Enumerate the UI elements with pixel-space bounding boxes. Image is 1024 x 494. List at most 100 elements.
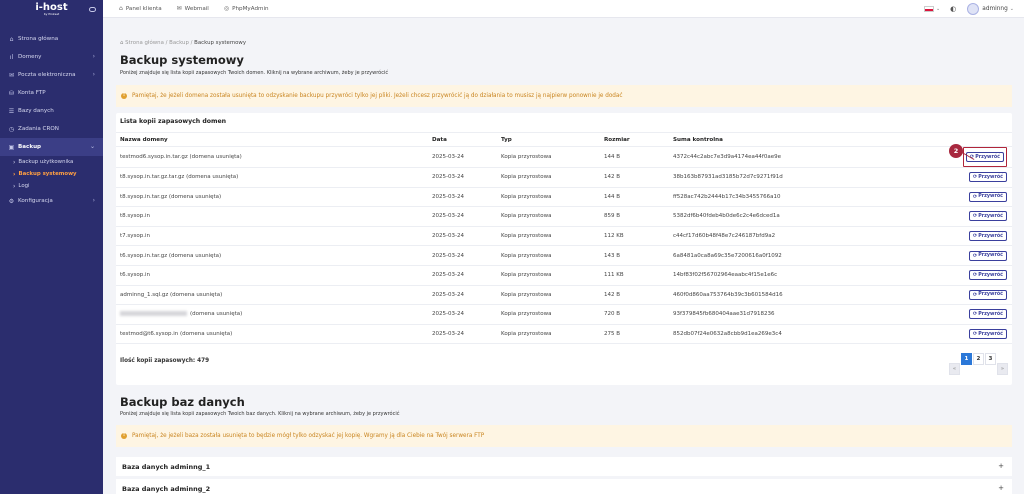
cell-date: 2025-03-24 xyxy=(428,285,497,306)
cell-date: 2025-03-24 xyxy=(428,245,497,266)
topbar-link-phpmyadmin[interactable]: ◎ PhpMyAdmin xyxy=(224,5,269,12)
sidebar-item-config[interactable]: ⚙ Konfiguracja › xyxy=(0,192,103,210)
cell-size: 142 B xyxy=(600,167,669,188)
db-accordion-item[interactable]: Baza danych adminng_1 + xyxy=(116,457,1012,476)
chevron-down-icon[interactable]: ⌄ xyxy=(936,6,940,12)
sidebar-item-backup[interactable]: ▣ Backup ⌄ xyxy=(0,138,103,156)
home-icon: ⌂ xyxy=(9,35,14,43)
cell-checksum: 4372c44c2abc7e3d9a4174ea44f0ae9e xyxy=(669,146,949,168)
cell-checksum: 93f379845fb680404aae31d7918236 xyxy=(669,304,949,325)
restore-button[interactable]: ⟳Przywróć xyxy=(969,211,1007,222)
cell-date: 2025-03-24 xyxy=(428,304,497,325)
breadcrumb-backup[interactable]: Backup xyxy=(169,40,189,46)
restore-button[interactable]: ⟳Przywróć xyxy=(969,289,1007,300)
main-content: ⌂ Strona główna / Backup / Backup system… xyxy=(103,18,1024,494)
cell-actions: ⟳Przywróć xyxy=(949,167,1012,188)
table-row: t8.sysop.in.tar.gz (domena usunięta) 2025… xyxy=(116,187,1012,208)
cell-actions: ⟳Przywróć xyxy=(949,265,1012,286)
sidebar-toggle-icon[interactable] xyxy=(89,7,96,12)
sidebar-item-ftp[interactable]: ⛁ Konta FTP xyxy=(0,84,103,102)
sidebar-item-mail[interactable]: ✉ Poczta elektroniczna › xyxy=(0,66,103,84)
pagination-prev[interactable]: « xyxy=(949,363,960,375)
table-row: t8.sysop.in.tar.gz.tar.gz (domena usunię… xyxy=(116,167,1012,188)
sidebar-subitem-user-backup[interactable]: › Backup użytkownika xyxy=(0,156,103,168)
theme-toggle-icon[interactable]: ◐ xyxy=(950,5,956,13)
cell-type: Kopia przyrostowa xyxy=(497,265,600,286)
home-icon: ⌂ xyxy=(119,5,123,12)
mail-icon: ✉ xyxy=(176,5,182,12)
sidebar-subitem-system-backup[interactable]: › Backup systemowy xyxy=(0,168,103,180)
sidebar-item-home[interactable]: ⌂ Strona główna xyxy=(0,30,103,48)
pagination-next[interactable]: » xyxy=(997,363,1008,375)
cell-type: Kopia przyrostowa xyxy=(497,226,600,247)
cell-type: Kopia przyrostowa xyxy=(497,245,600,266)
pagination-page-3[interactable]: 3 xyxy=(985,353,996,365)
backups-table: Nazwa domeny Data Typ Rozmiar Suma kontr… xyxy=(116,132,1012,345)
restore-button[interactable]: ⟳Przywróć xyxy=(969,329,1007,340)
bullet-icon: › xyxy=(13,170,16,178)
cell-date: 2025-03-24 xyxy=(428,265,497,286)
chevron-down-icon[interactable]: ⌄ xyxy=(1010,6,1014,12)
domain-backups-panel: Lista kopii zapasowych domen Nazwa domen… xyxy=(116,113,1012,385)
breadcrumb: ⌂ Strona główna / Backup / Backup system… xyxy=(120,40,247,46)
cell-date: 2025-03-24 xyxy=(428,324,497,345)
logo[interactable]: i-host by Pinkset xyxy=(35,3,67,17)
cell-size: 144 B xyxy=(600,146,669,168)
chevron-right-icon: › xyxy=(92,53,95,60)
breadcrumb-home[interactable]: Strona główna xyxy=(125,40,164,46)
pagination-page-1[interactable]: 1 xyxy=(961,353,972,365)
cell-actions: ⟳Przywróć xyxy=(949,304,1012,325)
restore-button[interactable]: ⟳Przywróć xyxy=(969,270,1007,281)
pagination: « 1 2 3 » xyxy=(948,353,1008,375)
restore-button[interactable]: ⟳Przywróć xyxy=(969,250,1007,261)
sidebar-subitem-logs[interactable]: › Logi xyxy=(0,180,103,192)
table-row: t6.sysop.in 2025-03-24 Kopia przyrostowa 11… xyxy=(116,265,1012,286)
username[interactable]: adminng xyxy=(982,6,1008,12)
cell-date: 2025-03-24 xyxy=(428,146,497,168)
home-icon[interactable]: ⌂ xyxy=(120,40,123,46)
column-header-name: Nazwa domeny xyxy=(116,132,428,147)
expand-icon[interactable]: + xyxy=(998,462,1004,470)
cell-size: 112 KB xyxy=(600,226,669,247)
cell-type: Kopia przyrostowa xyxy=(497,285,600,306)
restore-button[interactable]: ⟳Przywróć xyxy=(969,172,1007,183)
cell-domain-name: (domena usunięta) xyxy=(116,304,428,325)
sidebar-item-databases[interactable]: ☰ Bazy danych xyxy=(0,102,103,120)
column-header-type: Typ xyxy=(497,132,600,147)
language-flag-icon[interactable] xyxy=(923,6,934,12)
restore-button[interactable]: ⟳Przywróć xyxy=(969,191,1007,202)
table-row: t8.sysop.in 2025-03-24 Kopia przyrostowa 85… xyxy=(116,206,1012,227)
cell-checksum: 460f0d860aa753764b39c3b601584d16 xyxy=(669,285,949,306)
restore-button[interactable]: ⟳Przywróć xyxy=(969,231,1007,242)
database-icon: ◎ xyxy=(223,5,230,12)
db-accordion-item[interactable]: Baza danych adminng_2 + xyxy=(116,479,1012,494)
avatar[interactable] xyxy=(967,3,980,15)
topbar-link-webmail[interactable]: ✉ Webmail xyxy=(177,5,209,12)
expand-icon[interactable]: + xyxy=(998,484,1004,492)
cell-domain-name: t8.sysop.in.tar.gz (domena usunięta) xyxy=(116,187,428,208)
topbar-link-client-panel[interactable]: ⌂ Panel klienta xyxy=(119,5,162,12)
db-backup-title: Backup baz danych xyxy=(120,395,245,409)
cell-domain-name: t6.sysop.in xyxy=(116,265,428,286)
pagination-page-2[interactable]: 2 xyxy=(973,353,984,365)
warning-icon: ! xyxy=(121,93,127,99)
cell-checksum: 14bf83f02f56702964eaabc4f15e1e6c xyxy=(669,265,949,286)
cell-actions: ⟳Przywróć xyxy=(949,245,1012,266)
refresh-icon: ⟳ xyxy=(973,233,978,240)
breadcrumb-current: Backup systemowy xyxy=(194,40,247,46)
cell-size: 720 B xyxy=(600,304,669,325)
cell-type: Kopia przyrostowa xyxy=(497,304,600,325)
cell-domain-name: testmod6.sysop.in.tar.gz (domena usunięt… xyxy=(116,146,428,168)
cell-type: Kopia przyrostowa xyxy=(497,167,600,188)
restore-button[interactable]: ⟳Przywróć xyxy=(969,309,1007,320)
cell-actions: ⟳Przywróć xyxy=(949,324,1012,345)
db-backup-description: Poniżej znajduje się lista kopii zapasow… xyxy=(120,411,400,417)
refresh-icon: ⟳ xyxy=(973,331,978,338)
cell-checksum: 852db07f24e0632a8cbb9d1ea269e3c4 xyxy=(669,324,949,345)
cell-size: 144 B xyxy=(600,187,669,208)
db-warning-alert: ! Pamiętaj, że jeżeli baza została usuni… xyxy=(116,425,1012,447)
cell-checksum: 5382df6b40fdeb4b0de6c2c4e6dced1a xyxy=(669,206,949,227)
sidebar-item-domains[interactable]: ıl Domeny › xyxy=(0,48,103,66)
cell-type: Kopia przyrostowa xyxy=(497,187,600,208)
sidebar-item-cron[interactable]: ◷ Zadania CRON xyxy=(0,120,103,138)
